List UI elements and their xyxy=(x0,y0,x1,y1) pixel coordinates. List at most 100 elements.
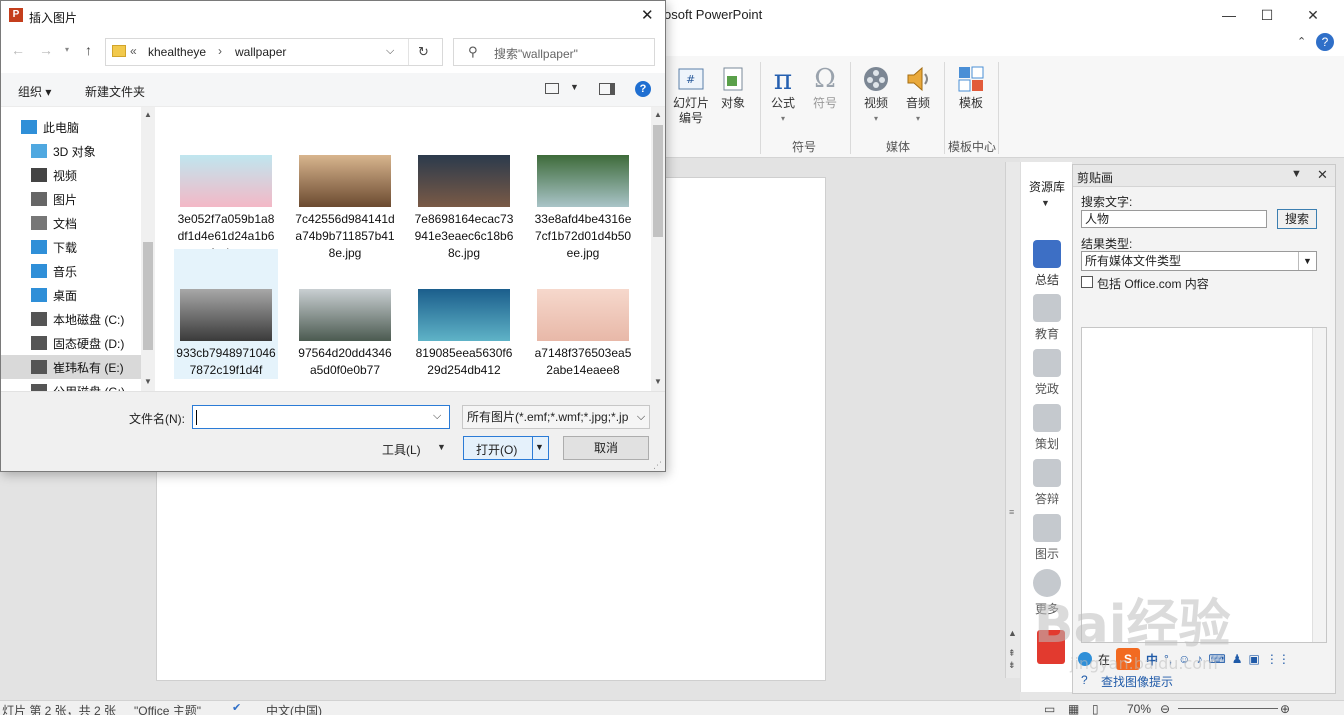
find-image-hint-link[interactable]: 查找图像提示 xyxy=(1101,673,1173,690)
res-item-planning[interactable]: 策划 xyxy=(1021,404,1073,452)
scroll-thumb[interactable] xyxy=(653,125,663,237)
address-bar[interactable]: « khealtheye › wallpaper ⌵ ↻ xyxy=(105,38,443,66)
file-tile[interactable]: 33e8afd4be4316e7cf1b72d01d4b50ee.jpg xyxy=(531,133,635,263)
reading-view-icon[interactable]: ▯ xyxy=(1092,702,1099,715)
nav-item[interactable]: 崔玮私有 (E:) xyxy=(1,355,141,379)
results-scrollbar[interactable] xyxy=(1312,328,1326,642)
normal-view-icon[interactable]: ▭ xyxy=(1044,702,1055,715)
scroll-prev-slide-icon[interactable]: ⇞ xyxy=(1008,648,1016,659)
refresh-icon[interactable]: ↻ xyxy=(418,44,429,60)
clip-search-input[interactable]: 人物 xyxy=(1081,210,1267,228)
spellcheck-icon[interactable]: ✔ xyxy=(232,701,241,714)
shirt-icon[interactable]: ▣ xyxy=(1249,652,1260,666)
file-tile[interactable]: a7148f376503ea52abe14eaee8 xyxy=(531,267,635,391)
grid-menu-icon[interactable]: ⋮⋮ xyxy=(1266,652,1290,666)
close-window-button[interactable]: ✕ xyxy=(1290,0,1336,30)
result-type-select[interactable]: 所有媒体文件类型 ▼ xyxy=(1081,251,1317,271)
breadcrumb-item[interactable]: khealtheye xyxy=(148,45,206,59)
tools-button[interactable]: 工具(L) xyxy=(382,441,421,458)
nav-item[interactable]: 此电脑 xyxy=(1,115,141,139)
audio-button[interactable]: 音频 ▾ xyxy=(893,64,943,126)
new-folder-button[interactable]: 新建文件夹 xyxy=(85,83,145,100)
user-icon[interactable]: ♟ xyxy=(1232,652,1243,666)
scroll-up-icon[interactable]: ▲ xyxy=(144,110,152,119)
zoom-in-icon[interactable]: ⊕ xyxy=(1280,702,1290,715)
back-arrow-icon[interactable]: ← xyxy=(11,42,25,58)
nav-item[interactable]: 3D 对象 xyxy=(1,139,141,163)
res-item-education[interactable]: 教育 xyxy=(1021,294,1073,342)
open-button[interactable]: 打开(O) ▼ xyxy=(463,436,549,460)
nav-item[interactable]: 图片 xyxy=(1,187,141,211)
file-tile[interactable]: 3e052f7a059b1a8df1d4e61d24a1b61e.jpg xyxy=(174,133,278,263)
nav-item[interactable]: 文档 xyxy=(1,211,141,235)
close-icon[interactable]: ✕ xyxy=(1317,167,1328,183)
nav-item[interactable]: 视频 xyxy=(1,163,141,187)
res-item-summary[interactable]: 总结 xyxy=(1021,240,1073,288)
breadcrumb-separator-icon[interactable]: › xyxy=(218,44,222,58)
include-office-checkbox[interactable] xyxy=(1081,276,1093,288)
collapse-ribbon-icon[interactable]: ⌃ xyxy=(1297,35,1306,48)
filetype-select[interactable]: 所有图片(*.emf;*.wmf;*.jpg;*.jp ⌵ xyxy=(462,405,650,429)
maximize-button[interactable]: ☐ xyxy=(1244,0,1290,30)
chevron-down-icon[interactable]: ⌵ xyxy=(433,410,441,423)
template-button[interactable]: 模板 xyxy=(946,64,996,111)
object-button[interactable]: 对象 xyxy=(708,64,758,111)
language-status[interactable]: 中文(中国) xyxy=(266,702,322,715)
panel-options-icon[interactable]: ▼ xyxy=(1291,168,1302,180)
overflow-chevron-icon[interactable]: « xyxy=(130,44,137,58)
nav-item[interactable]: 本地磁盘 (C:) xyxy=(1,307,141,331)
up-arrow-icon[interactable]: ↑ xyxy=(85,42,92,58)
scroll-thumb[interactable] xyxy=(143,242,153,350)
search-box[interactable]: ⚲ 搜索"wallpaper" xyxy=(453,38,655,66)
dialog-toolbar: 组织 ▾ 新建文件夹 ▼ ? xyxy=(1,73,665,107)
zoom-out-icon[interactable]: ⊖ xyxy=(1160,702,1170,715)
zoom-slider[interactable] xyxy=(1178,708,1278,709)
file-tile[interactable]: 819085eea5630f629d254db412 xyxy=(412,267,516,391)
resize-grip-icon[interactable]: ⋰ xyxy=(653,460,662,471)
res-item-party[interactable]: 党政 xyxy=(1021,349,1073,397)
cancel-button[interactable]: 取消 xyxy=(563,436,649,460)
nav-item[interactable]: 下载 xyxy=(1,235,141,259)
nav-item[interactable]: 固态硬盘 (D:) xyxy=(1,331,141,355)
help-icon[interactable]: ? xyxy=(635,81,651,97)
scroll-down-icon[interactable]: ▼ xyxy=(654,377,662,386)
clip-search-button[interactable]: 搜索 xyxy=(1277,209,1317,229)
scroll-up-icon[interactable]: ▲ xyxy=(1008,628,1017,638)
zoom-level[interactable]: 70% xyxy=(1127,702,1151,715)
filename-input[interactable]: ⌵ xyxy=(192,405,450,429)
scroll-down-icon[interactable]: ▼ xyxy=(144,377,152,386)
nav-item[interactable]: 音乐 xyxy=(1,259,141,283)
file-tile[interactable]: 7e8698164ecac73941e3eaec6c18b68c.jpg xyxy=(412,133,516,263)
res-item-defense[interactable]: 答辩 xyxy=(1021,459,1073,507)
res-item-label: 教育 xyxy=(1034,327,1059,341)
resource-library-title[interactable]: 资源库 xyxy=(1023,178,1071,195)
scroll-next-slide-icon[interactable]: ⇟ xyxy=(1008,660,1016,671)
help-icon[interactable]: ? xyxy=(1316,33,1334,51)
address-dropdown-icon[interactable]: ⌵ xyxy=(386,45,394,58)
breadcrumb-item[interactable]: wallpaper xyxy=(235,45,286,59)
scroll-up-icon[interactable]: ▲ xyxy=(654,110,662,119)
forward-arrow-icon[interactable]: → xyxy=(39,42,53,58)
recent-locations-icon[interactable]: ▾ xyxy=(65,45,69,54)
preview-pane-icon[interactable] xyxy=(599,83,615,95)
file-tile[interactable]: 933cb79489710467872c19f1d4f xyxy=(174,249,278,379)
file-tile[interactable]: 97564d20dd4346a5d0f0e0b77 xyxy=(293,267,397,391)
vertical-scrollbar[interactable]: ≡ ▲ ⇞ ⇟ xyxy=(1005,162,1020,678)
res-item-diagram[interactable]: 图示 xyxy=(1021,514,1073,562)
view-mode-icon[interactable] xyxy=(545,83,559,94)
nav-item[interactable]: 桌面 xyxy=(1,283,141,307)
dialog-close-icon[interactable]: ✕ xyxy=(641,6,654,24)
chevron-down-icon[interactable]: ⌵ xyxy=(633,406,649,428)
file-tile[interactable]: 7c42556d984141da74b9b711857b418e.jpg xyxy=(293,133,397,263)
nav-scrollbar[interactable]: ▲ ▼ xyxy=(141,107,155,391)
chevron-down-icon[interactable]: ▼ xyxy=(1298,252,1316,270)
organize-button[interactable]: 组织 ▾ xyxy=(18,83,51,100)
chevron-down-icon[interactable]: ▼ xyxy=(437,442,446,452)
slide-sorter-icon[interactable]: ▦ xyxy=(1068,702,1079,715)
open-dropdown-icon[interactable]: ▼ xyxy=(535,442,544,452)
chevron-down-icon[interactable]: ▼ xyxy=(1041,198,1050,208)
symbol-button[interactable]: Ω 符号 xyxy=(800,64,850,111)
file-scrollbar[interactable]: ▲ ▼ xyxy=(651,107,665,391)
chevron-down-icon[interactable]: ▼ xyxy=(570,82,579,92)
music-note-icon xyxy=(31,264,47,278)
